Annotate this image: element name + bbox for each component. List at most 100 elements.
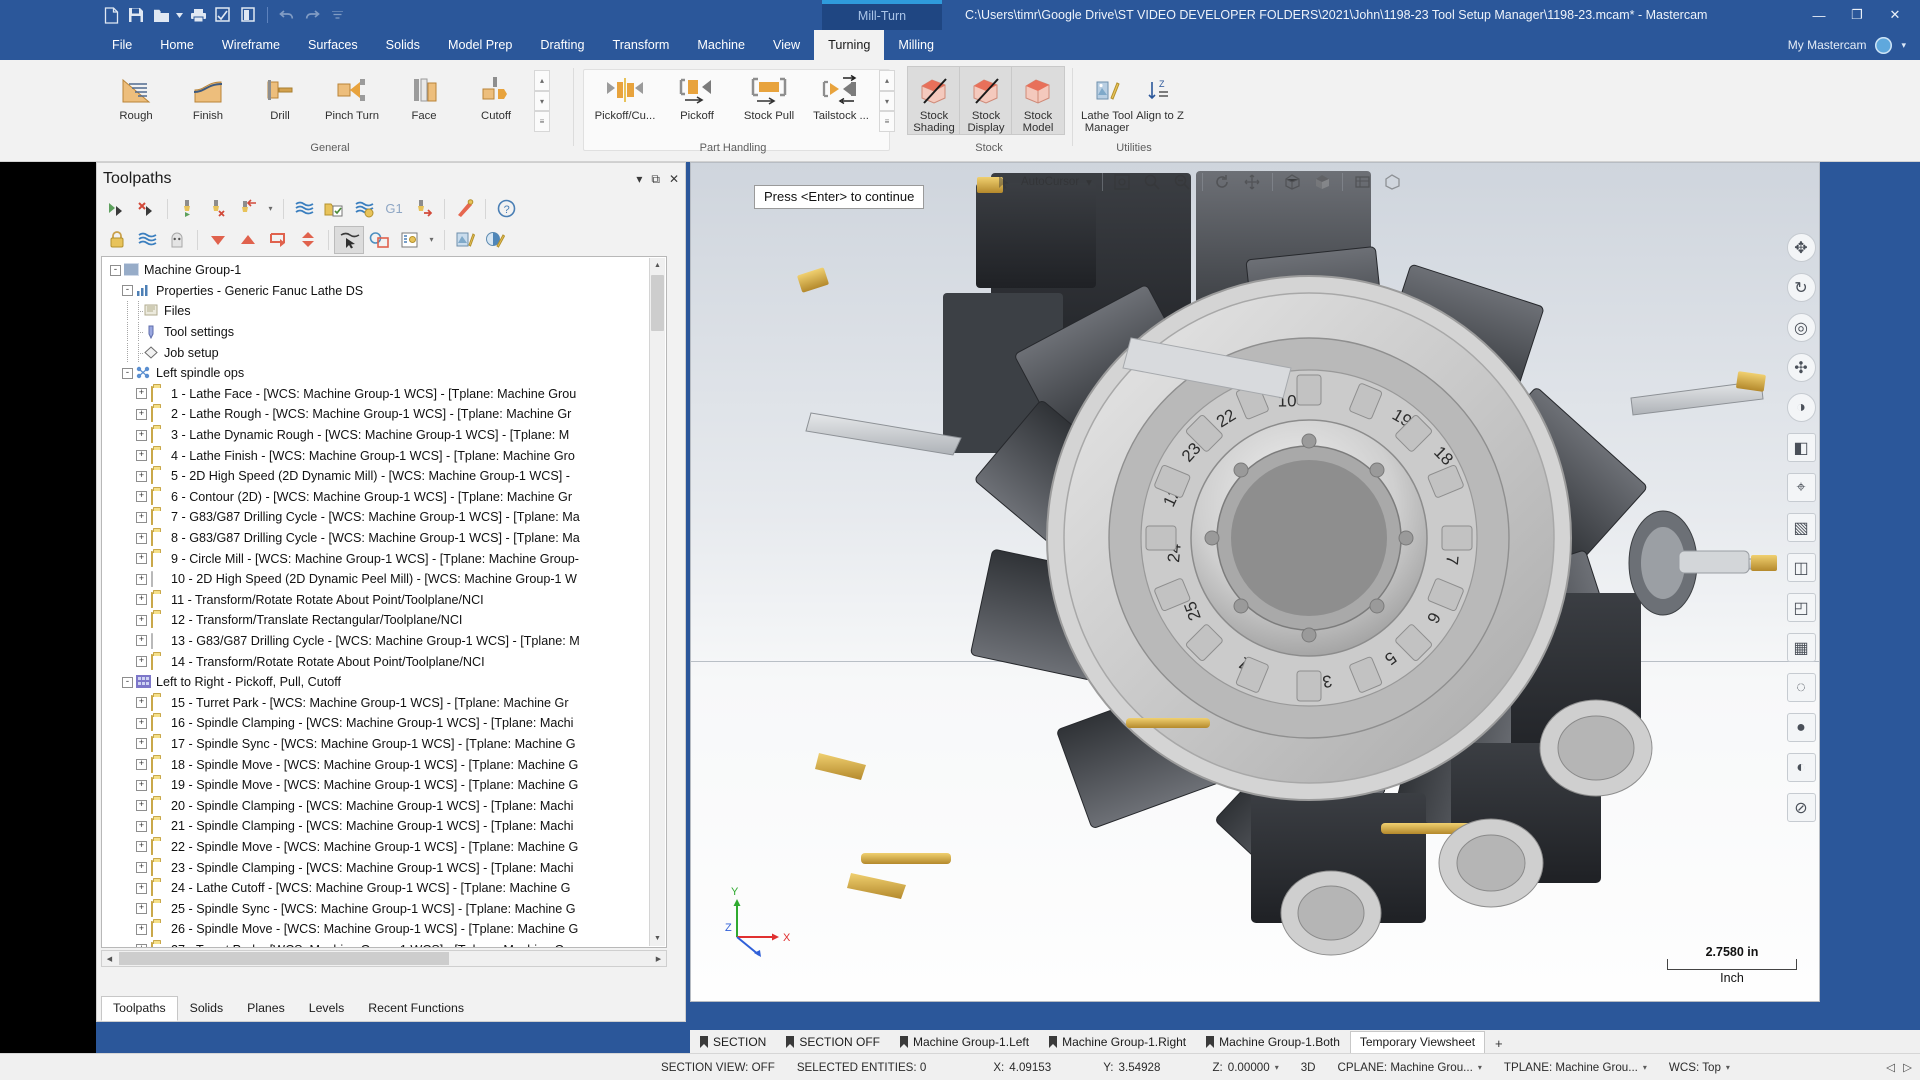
tree-horizontal-scrollbar[interactable]: ◀ ▶ [101,950,667,967]
graphics-viewport[interactable]: 10 19 18 21 22 23 12 24 25 1 3 5 6 7 20 [690,162,1820,1002]
toolpath-tree[interactable]: - Machine Group-1 - Properties - Generic… [101,256,667,948]
tab-file[interactable]: File [98,30,146,60]
open-folder-icon[interactable] [150,4,172,26]
tree-vertical-scrollbar[interactable]: ▲ ▼ [649,258,665,946]
wcs-caret[interactable]: ▾ [1726,1063,1730,1072]
ribbon-button-stock-shading[interactable]: Stock Shading [907,66,961,135]
minimize-button[interactable]: — [1800,0,1838,30]
shade-icon[interactable]: ● [1786,713,1816,742]
pan-icon[interactable]: ✣ [1786,353,1816,382]
new-file-icon[interactable] [100,4,122,26]
unzoom-icon[interactable] [1169,170,1196,194]
move-up-icon[interactable] [234,227,262,253]
tplane-caret[interactable]: ▾ [1643,1063,1647,1072]
tree-row-op-5[interactable]: +5 - 2D High Speed (2D Dynamic Mill) - [… [102,466,666,487]
tree-row-op-20[interactable]: +20 - Spindle Clamping - [WCS: Machine G… [102,795,666,816]
tree-toggle[interactable]: + [136,470,147,482]
hscroll-thumb[interactable] [119,952,449,965]
status-section-view[interactable]: SECTION VIEW: OFF [650,1061,786,1074]
tree-toggle[interactable]: + [136,635,147,647]
tree-toggle[interactable]: + [136,882,147,894]
tree-row-op-12[interactable]: +12 - Transform/Translate Rectangular/To… [102,610,666,631]
viewsheet-tab-machine-group-right[interactable]: Machine Group-1.Right [1039,1031,1196,1054]
tree-row-op-9[interactable]: +9 - Circle Mill - [WCS: Machine Group-1… [102,548,666,569]
cplane-caret[interactable]: ▾ [1478,1063,1482,1072]
options-dropdown-caret[interactable]: ▾ [425,228,438,252]
save-icon[interactable] [125,4,147,26]
viewsheet-tab-section[interactable]: SECTION [690,1031,776,1054]
mastercam-globe-icon[interactable] [1875,36,1893,54]
spinner-up[interactable]: ▴ [534,70,550,91]
tree-toggle[interactable]: - [122,676,133,688]
panel-pin-icon[interactable]: ⧉ [651,172,660,187]
measure-icon[interactable]: ⌖ [1786,473,1816,502]
help-icon[interactable]: ? [492,196,520,222]
hide-icon[interactable]: ⊘ [1786,793,1816,822]
backplot-icon[interactable] [290,196,318,222]
regenerate-selected-icon[interactable] [174,196,202,222]
select-all-toolpaths-icon[interactable] [103,196,131,222]
ribbon-button-stock-pull[interactable]: Stock Pull [733,67,805,122]
high-speed-machining-icon[interactable] [410,196,438,222]
account-label[interactable]: My Mastercam [1788,38,1867,52]
general-group-spinner[interactable]: ▴ ▾ ≡ [534,70,550,133]
tree-toggle[interactable]: + [136,862,147,874]
tree-row-tool-settings[interactable]: Tool settings [102,322,666,343]
fit-screen-icon[interactable]: ✥ [1786,233,1816,262]
tree-toggle[interactable]: + [136,614,147,626]
ribbon-button-tailstock[interactable]: Tailstock ... [805,67,877,122]
status-mode-3d[interactable]: 3D [1290,1061,1327,1074]
ribbon-collapse-caret[interactable]: ▾ [1901,40,1906,51]
tab-view[interactable]: View [759,30,814,60]
pan-icon[interactable] [1239,170,1266,194]
tree-row-op-19[interactable]: +19 - Spindle Move - [WCS: Machine Group… [102,775,666,796]
tree-row-op-27[interactable]: +27 - Turret Park - [WCS: Machine Group-… [102,940,666,947]
ph-spinner-down[interactable]: ▾ [879,90,895,112]
tree-toggle[interactable]: + [136,841,147,853]
viewsheet-tab-section-off[interactable]: SECTION OFF [776,1031,890,1054]
ribbon-button-cutoff[interactable]: Cutoff [460,67,532,122]
edit-nci-icon[interactable] [451,196,479,222]
tree-row-op-6[interactable]: +6 - Contour (2D) - [WCS: Machine Group-… [102,487,666,508]
tree-toggle[interactable]: + [136,388,147,400]
ribbon-button-drill[interactable]: Drill [244,67,316,122]
tab-turning[interactable]: Turning [814,30,885,60]
tree-toggle[interactable]: - [110,264,121,276]
scroll-left-arrow[interactable]: ◀ [102,951,117,966]
lock-toolpath-icon[interactable] [103,227,131,253]
tab-milling[interactable]: Milling [884,30,948,60]
nav-next-button[interactable]: ▷ [1903,1060,1912,1074]
tab-planes[interactable]: Planes [235,996,297,1021]
tree-toggle[interactable]: + [136,944,147,947]
close-button[interactable]: ✕ [1876,0,1914,30]
tree-row-op-23[interactable]: +23 - Spindle Clamping - [WCS: Machine G… [102,857,666,878]
tab-solids[interactable]: Solids [372,30,434,60]
tree-row-op-7[interactable]: +7 - G83/G87 Drilling Cycle - [WCS: Mach… [102,507,666,528]
ribbon-button-stock-model[interactable]: Stock Model [1011,66,1065,135]
tab-toolpaths[interactable]: Toolpaths [101,996,178,1021]
move-insert-arrow-icon[interactable] [264,227,292,253]
spinner-expand[interactable]: ≡ [534,111,550,133]
tree-row-op-2[interactable]: +2 - Lathe Rough - [WCS: Machine Group-1… [102,404,666,425]
tree-row-machine-group[interactable]: - Machine Group-1 [102,260,666,281]
simulate-icon[interactable] [350,196,378,222]
zoom-window-icon[interactable] [1139,170,1166,194]
status-tplane[interactable]: TPLANE: Machine Grou... ▾ [1493,1061,1658,1074]
tree-toggle[interactable]: + [136,511,147,523]
ribbon-button-finish[interactable]: Finish [172,67,244,122]
undo-icon[interactable] [276,4,298,26]
tree-row-op-4[interactable]: +4 - Lathe Finish - [WCS: Machine Group-… [102,445,666,466]
tree-row-left-spindle-ops[interactable]: - Left spindle ops [102,363,666,384]
viewsheet-tab-machine-group-both[interactable]: Machine Group-1.Both [1196,1031,1350,1054]
ribbon-button-rough[interactable]: Rough [100,67,172,122]
layers-icon[interactable]: ◫ [1786,553,1816,582]
tree-row-op-25[interactable]: +25 - Spindle Sync - [WCS: Machine Group… [102,898,666,919]
nav-prev-button[interactable]: ◁ [1886,1060,1895,1074]
z-caret[interactable]: ▾ [1275,1063,1279,1072]
tree-toggle[interactable]: + [136,573,147,585]
wireframe-icon[interactable]: ◌ [1786,673,1816,702]
status-wcs[interactable]: WCS: Top ▾ [1658,1061,1741,1074]
panel-settings-icon[interactable]: ▾ [636,172,642,186]
tab-recent-functions[interactable]: Recent Functions [356,996,476,1021]
tab-levels[interactable]: Levels [297,996,357,1021]
